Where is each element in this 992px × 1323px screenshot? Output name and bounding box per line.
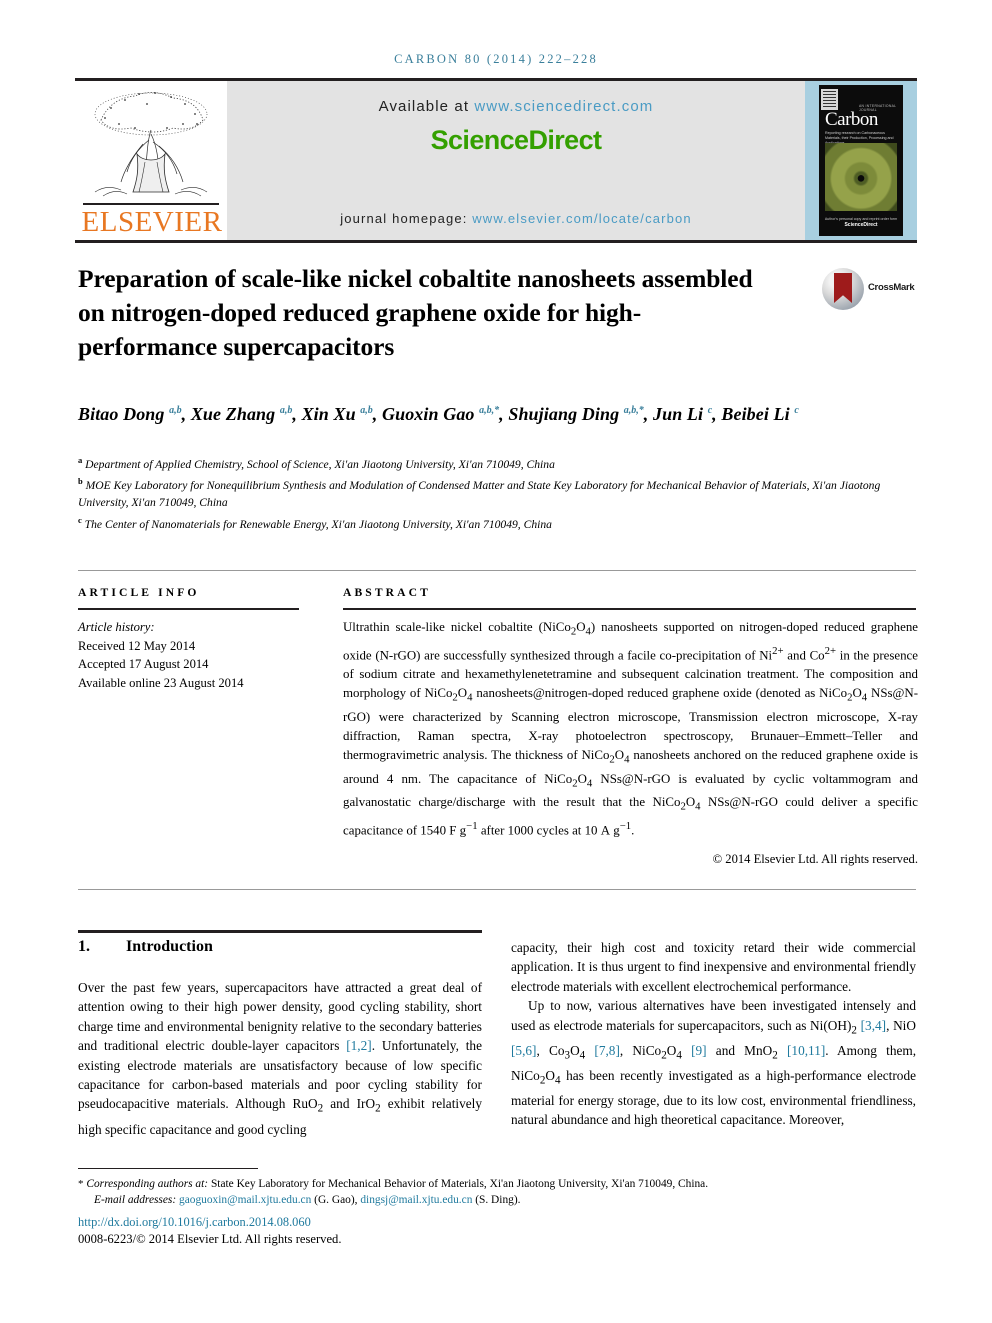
cover-photo — [825, 143, 897, 211]
intro-paragraph-2: capacity, their high cost and toxicity r… — [511, 940, 916, 994]
author-name: Shujiang Ding — [508, 404, 624, 424]
article-accepted-date: Accepted 17 August 2014 — [78, 657, 209, 671]
abstract-copyright: © 2014 Elsevier Ltd. All rights reserved… — [712, 852, 918, 866]
crossmark-badge[interactable]: CrossMark — [822, 268, 915, 312]
intro-paragraph-3: Up to now, various alternatives have bee… — [511, 998, 917, 1128]
corresponding-author-label: Corresponding authors at: — [86, 1178, 209, 1190]
cover-footer-line: Author's personal copy and reprint order… — [824, 217, 898, 221]
intro-column-left: Over the past few years, supercapacitors… — [78, 978, 482, 1139]
author-affiliation-marker: a,b — [360, 405, 373, 416]
author-affiliation-marker: a,b,* — [479, 405, 500, 416]
author-separator: , — [292, 404, 302, 424]
author-separator: , — [643, 404, 653, 424]
abstract-text: Ultrathin scale-like nickel cobaltite (N… — [343, 620, 918, 838]
article-info-heading: ARTICLE INFO — [78, 586, 200, 599]
section-rule-top — [78, 570, 916, 571]
affiliation-list: a Department of Applied Chemistry, Schoo… — [78, 452, 916, 533]
sciencedirect-logo[interactable]: ScienceDirect — [227, 125, 805, 156]
footnote-star: * — [78, 1178, 84, 1190]
author-name: Guoxin Gao — [382, 404, 480, 424]
author-name: Xin Xu — [301, 404, 361, 424]
elsevier-wordmark: ELSEVIER — [81, 206, 223, 238]
email-line: E-mail addresses: gaoguoxin@mail.xjtu.ed… — [78, 1192, 916, 1208]
intro-paragraph-1: Over the past few years, supercapacitors… — [78, 980, 482, 1137]
journal-homepage-line: journal homepage: www.elsevier.com/locat… — [227, 211, 805, 226]
cover-badge-lines — [823, 91, 836, 108]
available-at-line: Available at www.sciencedirect.com — [227, 98, 805, 115]
email-link-ding[interactable]: dingsj@mail.xjtu.edu.cn — [360, 1194, 472, 1206]
elsevier-tree-icon — [94, 92, 208, 197]
footnote-block: * Corresponding authors at: State Key La… — [78, 1176, 916, 1209]
affiliation-text: Department of Applied Chemistry, School … — [82, 457, 555, 471]
email-link-gao[interactable]: gaoguoxin@mail.xjtu.edu.cn — [179, 1194, 311, 1206]
article-history-label: Article history: — [78, 620, 155, 634]
author-affiliation-marker: a,b,* — [623, 405, 644, 416]
citation-link-1-2[interactable]: [1,2] — [346, 1038, 371, 1053]
email-owner-ding: (S. Ding). — [472, 1194, 521, 1207]
author-name: Bitao Dong — [78, 404, 170, 424]
journal-masthead: ELSEVIER Available at www.sciencedirect.… — [75, 78, 917, 243]
elsevier-logo: ELSEVIER — [75, 81, 227, 240]
intro-top-rule — [78, 930, 482, 933]
footnote-rule — [78, 1168, 258, 1169]
author-name: Jun Li — [653, 404, 708, 424]
crossmark-ribbon-icon — [834, 273, 852, 303]
crossmark-circle-icon — [822, 268, 864, 310]
author-affiliation-marker: c — [794, 405, 799, 416]
sciencedirect-url-link[interactable]: www.sciencedirect.com — [474, 98, 653, 115]
page-title: Preparation of scale-like nickel cobalti… — [78, 264, 753, 361]
email-addresses-label: E-mail addresses: — [94, 1194, 177, 1207]
available-at-label: Available at — [378, 98, 475, 115]
article-info-rule — [78, 608, 299, 610]
author-affiliation-marker: a,b — [279, 405, 293, 416]
introduction-title: Introduction — [126, 938, 213, 955]
cover-footer-brand: ScienceDirect — [844, 222, 878, 228]
crossmark-label: CrossMark — [868, 282, 915, 293]
doi-link[interactable]: http://dx.doi.org/10.1016/j.carbon.2014.… — [78, 1215, 311, 1230]
author-list: Bitao Dong a,b, Xue Zhang a,b, Xin Xu a,… — [78, 398, 916, 427]
article-received-date: Received 12 May 2014 — [78, 638, 196, 653]
affiliation-item: b MOE Key Laboratory for Nonequilibrium … — [78, 473, 916, 511]
journal-homepage-link[interactable]: www.elsevier.com/locate/carbon — [472, 211, 691, 226]
affiliation-text: The Center of Nanomaterials for Renewabl… — [81, 517, 552, 531]
introduction-heading: 1. Introduction — [78, 938, 482, 956]
corresponding-author-address: State Key Laboratory for Mechanical Beha… — [208, 1178, 709, 1190]
author-name: Beibei Li — [721, 404, 795, 424]
citation-link-10-11[interactable]: [10,11] — [787, 1043, 825, 1058]
author-name: Xue Zhang — [190, 404, 280, 424]
journal-article-page: CARBON 80 (2014) 222–228 ELSEVIER Availa… — [0, 0, 992, 1323]
citation-link-9[interactable]: [9] — [691, 1043, 707, 1058]
author-separator: , — [372, 404, 382, 424]
affiliation-item: a Department of Applied Chemistry, Schoo… — [78, 452, 916, 473]
issn-copyright-line: 0008-6223/© 2014 Elsevier Ltd. All right… — [78, 1232, 342, 1246]
introduction-number: 1. — [78, 938, 90, 955]
author-separator: , — [499, 404, 509, 424]
citation-link-7-8[interactable]: [7,8] — [594, 1043, 619, 1058]
journal-homepage-label: journal homepage: — [340, 211, 473, 226]
sciencedirect-banner: Available at www.sciencedirect.com Scien… — [227, 81, 805, 240]
cover-publisher-badge-icon — [821, 89, 838, 110]
cover-footer: Author's personal copy and reprint order… — [819, 216, 903, 228]
cover-title: Carbon — [825, 109, 878, 130]
citation-link-3-4[interactable]: [3,4] — [861, 1018, 886, 1033]
cover-inner: AN INTERNATIONAL JOURNAL Carbon Reportin… — [819, 85, 903, 236]
author-separator: , — [181, 404, 191, 424]
running-head: CARBON 80 (2014) 222–228 — [394, 52, 598, 66]
journal-cover-thumbnail[interactable]: AN INTERNATIONAL JOURNAL Carbon Reportin… — [805, 81, 917, 240]
article-available-online-date: Available online 23 August 2014 — [78, 675, 244, 690]
abstract-heading: ABSTRACT — [343, 586, 431, 599]
abstract-rule — [343, 608, 916, 610]
affiliation-item: c The Center of Nanomaterials for Renewa… — [78, 512, 916, 533]
email-owner-gao: (G. Gao), — [311, 1194, 361, 1207]
author-separator: , — [712, 404, 722, 424]
section-rule-bottom — [78, 889, 916, 890]
article-history: Article history: Received 12 May 2014 Ac… — [78, 618, 328, 692]
affiliation-text: MOE Key Laboratory for Nonequilibrium Sy… — [78, 479, 881, 509]
citation-link-5-6[interactable]: [5,6] — [511, 1043, 536, 1058]
intro-column-right: capacity, their high cost and toxicity r… — [511, 938, 916, 1130]
author-affiliation-marker: a,b — [169, 405, 182, 416]
